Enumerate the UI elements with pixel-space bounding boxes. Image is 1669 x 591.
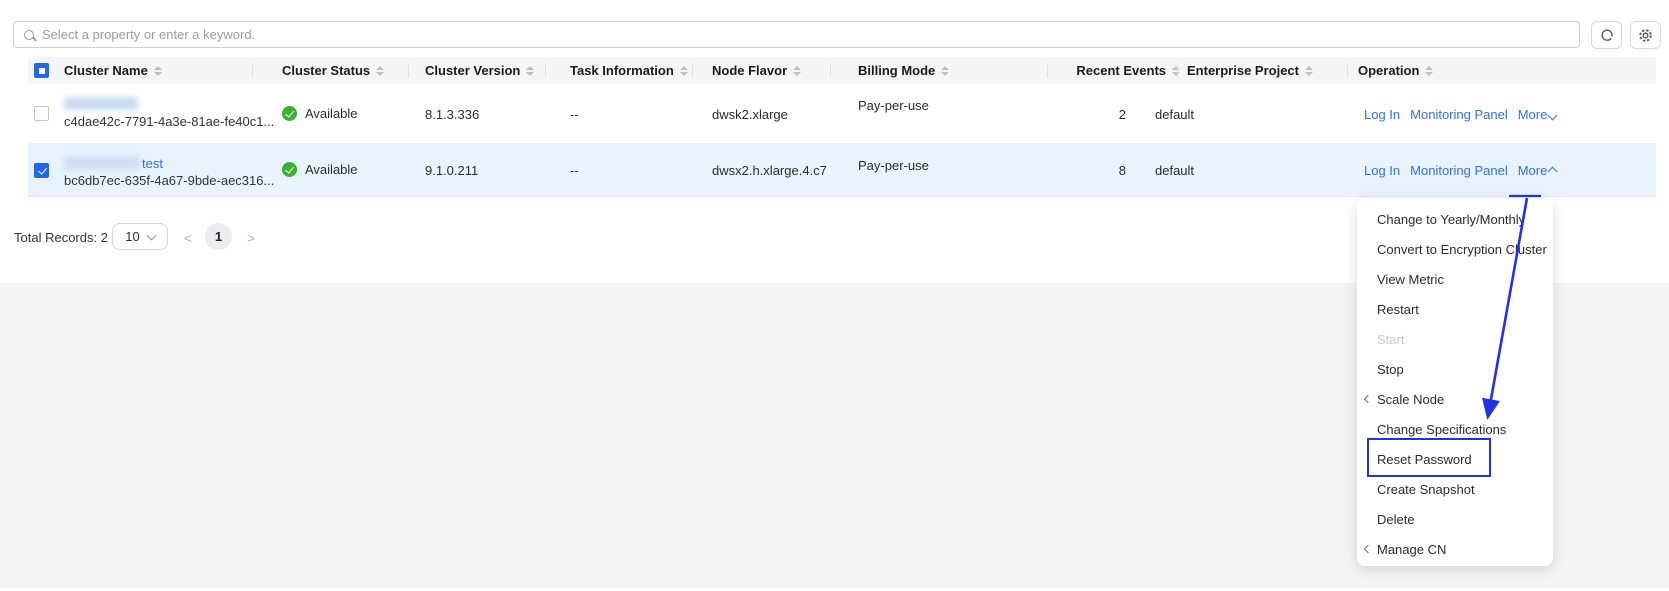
recent-events-link[interactable]: 2 <box>1028 107 1126 122</box>
more-link-expanded[interactable]: More <box>1518 163 1558 178</box>
settings-button[interactable] <box>1630 21 1661 49</box>
column-header-recent-events[interactable]: Recent Events <box>1028 57 1180 84</box>
recent-events-link[interactable]: 8 <box>1028 163 1126 178</box>
billing-mode: Pay-per-use <box>858 98 929 113</box>
prev-page-button[interactable]: < <box>184 230 192 246</box>
node-flavor: dwsk2.xlarge <box>712 107 788 122</box>
task-information: -- <box>570 163 579 178</box>
table-row: c4dae42c-7791-4a3e-81ae-fe40c1... Availa… <box>28 84 1656 144</box>
menu-item-reset-password[interactable]: Reset Password <box>1357 444 1553 474</box>
header-divider <box>1047 63 1048 78</box>
gear-icon <box>1639 28 1652 42</box>
sort-icon[interactable] <box>793 65 802 76</box>
task-information: -- <box>570 107 579 122</box>
refresh-icon <box>1600 29 1613 41</box>
billing-mode: Pay-per-use <box>858 158 929 173</box>
menu-item-scale-node[interactable]: Scale Node <box>1357 384 1553 414</box>
menu-item-stop[interactable]: Stop <box>1357 354 1553 384</box>
chevron-up-icon <box>1547 166 1558 177</box>
chevron-left-icon <box>1363 544 1373 554</box>
menu-item-restart[interactable]: Restart <box>1357 294 1553 324</box>
cluster-id: c4dae42c-7791-4a3e-81ae-fe40c1... <box>64 114 275 129</box>
page-size-select[interactable]: 10 <box>112 223 168 250</box>
menu-item-view-metric[interactable]: View Metric <box>1357 264 1553 294</box>
enterprise-project: default <box>1155 107 1195 122</box>
column-header-cluster-version[interactable]: Cluster Version <box>425 57 535 84</box>
next-page-button[interactable]: > <box>247 230 255 246</box>
cluster-id: bc6db7ec-635f-4a67-9bde-aec316... <box>64 173 275 188</box>
header-divider <box>692 63 693 78</box>
row-checkbox-checked[interactable] <box>34 163 49 178</box>
column-header-cluster-status[interactable]: Cluster Status <box>282 57 385 84</box>
menu-item-change-to-yearly-monthly[interactable]: Change to Yearly/Monthly <box>1357 204 1553 234</box>
total-records: Total Records: 2 <box>14 230 108 245</box>
cluster-status-cell: Available <box>282 162 358 177</box>
column-header-enterprise-project[interactable]: Enterprise Project <box>1187 57 1313 84</box>
chevron-down-icon <box>146 230 157 240</box>
chevron-left-icon <box>1363 394 1373 404</box>
monitoring-panel-link[interactable]: Monitoring Panel <box>1410 163 1508 178</box>
log-in-link[interactable]: Log In <box>1364 107 1400 122</box>
status-available-icon <box>282 106 297 121</box>
search-bar[interactable] <box>13 21 1580 48</box>
sort-icon[interactable] <box>679 65 688 76</box>
log-in-link[interactable]: Log In <box>1364 163 1400 178</box>
monitoring-panel-link[interactable]: Monitoring Panel <box>1410 107 1508 122</box>
sort-icon[interactable] <box>1425 65 1434 76</box>
menu-item-change-specifications[interactable]: Change Specifications <box>1357 414 1553 444</box>
menu-item-convert-to-encryption-cluster[interactable]: Convert to Encryption Cluster <box>1357 234 1553 264</box>
enterprise-project: default <box>1155 163 1195 178</box>
operation-cell: Log In Monitoring Panel More <box>1364 107 1558 122</box>
table-header: Cluster Name Cluster Status Cluster Vers… <box>28 57 1656 84</box>
current-page[interactable]: 1 <box>205 223 232 250</box>
sort-icon[interactable] <box>1172 65 1180 76</box>
search-input[interactable] <box>42 27 1569 42</box>
select-all-checkbox[interactable] <box>34 63 49 78</box>
cluster-status-cell: Available <box>282 106 358 121</box>
column-header-node-flavor[interactable]: Node Flavor <box>712 57 802 84</box>
sort-icon[interactable] <box>526 65 535 76</box>
sort-icon[interactable] <box>376 65 385 76</box>
refresh-button[interactable] <box>1591 21 1622 49</box>
status-label: Available <box>305 162 358 177</box>
cluster-version: 8.1.3.336 <box>425 107 480 122</box>
column-header-operation[interactable]: Operation <box>1358 57 1434 84</box>
more-link[interactable]: More <box>1518 107 1558 122</box>
row-checkbox[interactable] <box>34 106 49 121</box>
sort-icon[interactable] <box>941 65 950 76</box>
header-divider <box>830 63 831 78</box>
status-label: Available <box>305 106 358 121</box>
sort-icon[interactable] <box>153 65 162 76</box>
status-available-icon <box>282 162 297 177</box>
menu-item-manage-cn[interactable]: Manage CN <box>1357 534 1553 564</box>
column-header-task-information[interactable]: Task Information <box>570 57 688 84</box>
more-dropdown-menu: Change to Yearly/Monthly Convert to Encr… <box>1357 199 1553 566</box>
header-divider <box>408 63 409 78</box>
menu-item-create-snapshot[interactable]: Create Snapshot <box>1357 474 1553 504</box>
menu-item-start: Start <box>1377 331 1405 347</box>
redacted-cluster-name <box>64 156 140 170</box>
node-flavor: dwsx2.h.xlarge.4.c7 <box>712 163 827 178</box>
sort-icon[interactable] <box>1305 65 1313 76</box>
cluster-version: 9.1.0.211 <box>425 163 479 178</box>
operation-cell: Log In Monitoring Panel More <box>1364 163 1558 178</box>
menu-item-delete[interactable]: Delete <box>1357 504 1553 534</box>
column-header-billing-mode[interactable]: Billing Mode <box>858 57 950 84</box>
column-header-cluster-name[interactable]: Cluster Name <box>64 57 162 84</box>
header-divider <box>252 63 253 78</box>
chevron-down-icon <box>1547 110 1558 121</box>
table-row-selected: test bc6db7ec-635f-4a67-9bde-aec316... A… <box>28 144 1656 197</box>
header-divider <box>545 63 546 78</box>
header-divider <box>1177 63 1178 78</box>
header-divider <box>1347 63 1348 78</box>
cluster-name-link[interactable]: test <box>142 156 163 171</box>
search-icon <box>24 29 34 40</box>
redacted-cluster-name <box>64 97 138 110</box>
